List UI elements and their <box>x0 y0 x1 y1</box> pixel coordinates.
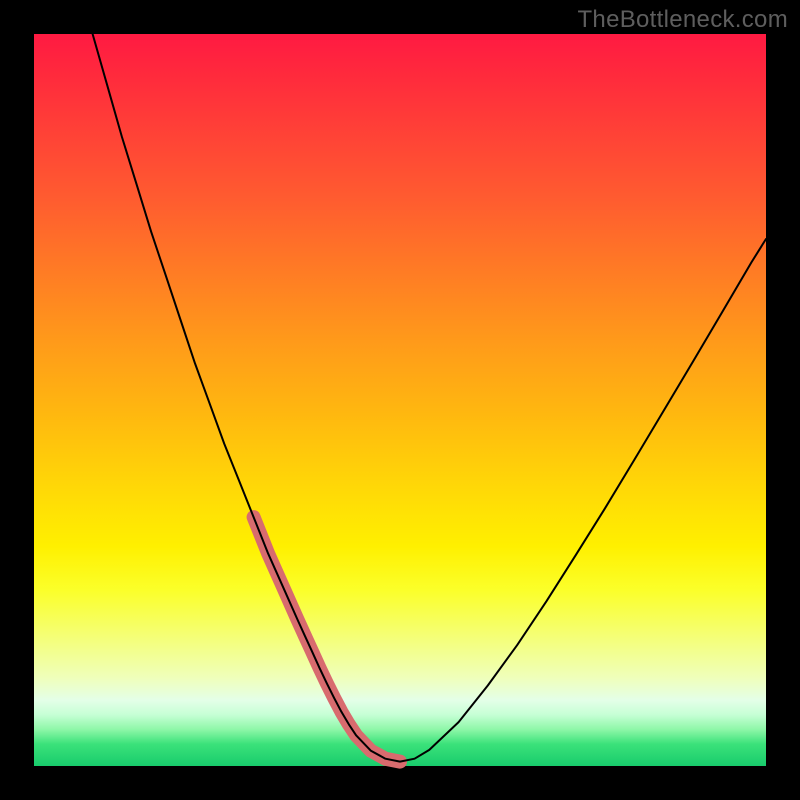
highlight-segment <box>254 517 400 762</box>
watermark-text: TheBottleneck.com <box>577 6 788 34</box>
chart-frame: TheBottleneck.com <box>0 0 800 800</box>
bottleneck-curve <box>93 34 766 762</box>
curve-layer <box>34 34 766 766</box>
plot-area <box>34 34 766 766</box>
